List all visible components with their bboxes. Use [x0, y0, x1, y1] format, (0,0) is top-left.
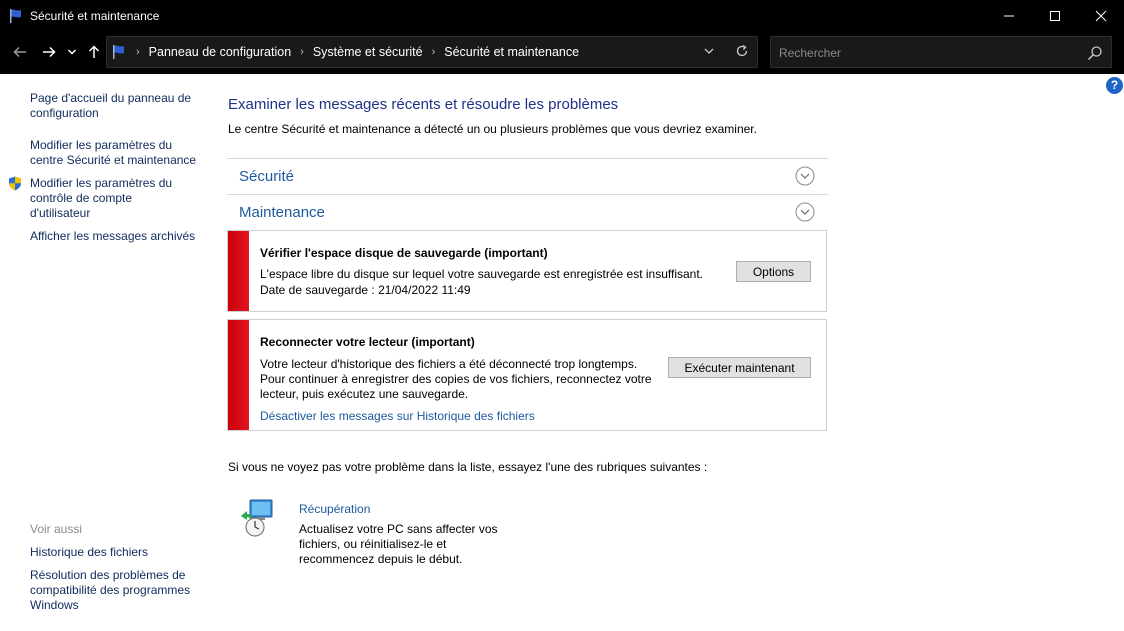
section-maintenance-label: Maintenance [239, 204, 325, 221]
see-also-heading: Voir aussi [30, 522, 83, 536]
alert-text-line: Date de sauvegarde : 21/04/2022 11:49 [260, 283, 471, 297]
refresh-button[interactable] [735, 44, 749, 61]
recovery-icon[interactable] [238, 496, 274, 540]
breadcrumb-item[interactable]: Sécurité et maintenance [444, 45, 579, 59]
section-maintenance[interactable]: Maintenance [227, 194, 828, 230]
recovery-description-line: recommencez depuis le début. [299, 552, 463, 566]
window-title: Sécurité et maintenance [30, 9, 160, 23]
uac-shield-icon [9, 176, 21, 191]
maximize-icon [1050, 11, 1060, 21]
back-button[interactable] [8, 40, 32, 64]
collapse-chevron-icon[interactable] [795, 202, 815, 222]
back-arrow-icon [13, 46, 26, 58]
sidebar-link-control-panel-home[interactable]: Page d'accueil du panneau de configurati… [30, 91, 200, 121]
breadcrumb-item[interactable]: Système et sécurité [313, 45, 423, 59]
sidebar-link-security-settings[interactable]: Modifier les paramètres du centre Sécuri… [30, 138, 205, 168]
breadcrumb: › Panneau de configuration › Système et … [107, 37, 579, 67]
minimize-button[interactable] [986, 0, 1032, 32]
up-arrow-icon [88, 45, 100, 58]
recovery-link[interactable]: Récupération [299, 502, 370, 516]
sidebar-link-uac-settings[interactable]: Modifier les paramètres du contrôle de c… [30, 176, 180, 221]
section-security[interactable]: Sécurité [227, 158, 828, 194]
alert-reconnect-drive: Reconnecter votre lecteur (important) Vo… [227, 319, 827, 431]
see-also-link-file-history[interactable]: Historique des fichiers [30, 545, 205, 560]
suggestions-note: Si vous ne voyez pas votre problème dans… [228, 460, 708, 474]
breadcrumb-separator: › [136, 46, 140, 58]
address-bar[interactable]: › Panneau de configuration › Système et … [106, 36, 758, 68]
flag-icon [113, 45, 124, 59]
chevron-down-icon [67, 49, 77, 55]
navigation-bar: › Panneau de configuration › Système et … [0, 32, 1124, 74]
alert-title: Vérifier l'espace disque de sauvegarde (… [260, 246, 548, 260]
alert-text-line: L'espace libre du disque sur lequel votr… [260, 267, 704, 281]
search-box [770, 36, 1112, 68]
flag-icon [10, 9, 21, 23]
intro-text: Le centre Sécurité et maintenance a déte… [228, 122, 757, 136]
minimize-icon [1004, 15, 1014, 17]
options-button[interactable]: Options [736, 261, 811, 282]
title-bar: Sécurité et maintenance [0, 0, 1124, 32]
search-icon[interactable] [1087, 45, 1103, 61]
alert-text-line: Votre lecteur d'historique des fichiers … [260, 357, 638, 371]
forward-arrow-icon [43, 46, 56, 58]
disable-file-history-messages-link[interactable]: Désactiver les messages sur Historique d… [260, 409, 535, 423]
refresh-icon [736, 44, 748, 57]
up-button[interactable] [82, 40, 106, 64]
help-icon[interactable]: ? [1106, 77, 1123, 94]
section-security-label: Sécurité [239, 168, 295, 185]
recent-locations-button[interactable] [62, 40, 82, 64]
breadcrumb-item[interactable]: Panneau de configuration [149, 45, 291, 59]
recovery-description: Actualisez votre PC sans affecter vos fi… [299, 522, 509, 567]
run-now-button[interactable]: Exécuter maintenant [668, 357, 811, 378]
alert-title: Reconnecter votre lecteur (important) [260, 335, 475, 349]
see-also-link-compatibility[interactable]: Résolution des problèmes de compatibilit… [30, 568, 200, 613]
address-dropdown-button[interactable] [703, 45, 715, 60]
alert-text-line: Pour continuer à enregistrer des copies … [260, 372, 652, 386]
alert-backup-space: Vérifier l'espace disque de sauvegarde (… [227, 230, 827, 312]
close-icon [1095, 10, 1107, 22]
expand-chevron-icon[interactable] [795, 166, 815, 186]
close-button[interactable] [1078, 0, 1124, 32]
alert-severity-bar [228, 231, 249, 311]
alert-text-line: lecteur, puis exécutez une sauvegarde. [260, 387, 469, 401]
chevron-down-icon [704, 48, 714, 54]
maximize-button[interactable] [1032, 0, 1078, 32]
recovery-description-line: Actualisez votre PC sans affecter vos [299, 522, 498, 536]
search-input[interactable] [779, 44, 1079, 62]
forward-button[interactable] [37, 40, 61, 64]
breadcrumb-separator: › [431, 46, 436, 58]
page-title: Examiner les messages récents et résoudr… [228, 96, 619, 113]
recovery-description-line: fichiers, ou réinitialisez-le et [299, 537, 447, 551]
sidebar-link-archived-messages[interactable]: Afficher les messages archivés [30, 229, 205, 244]
breadcrumb-separator: › [300, 46, 304, 58]
alert-severity-bar [228, 320, 249, 430]
